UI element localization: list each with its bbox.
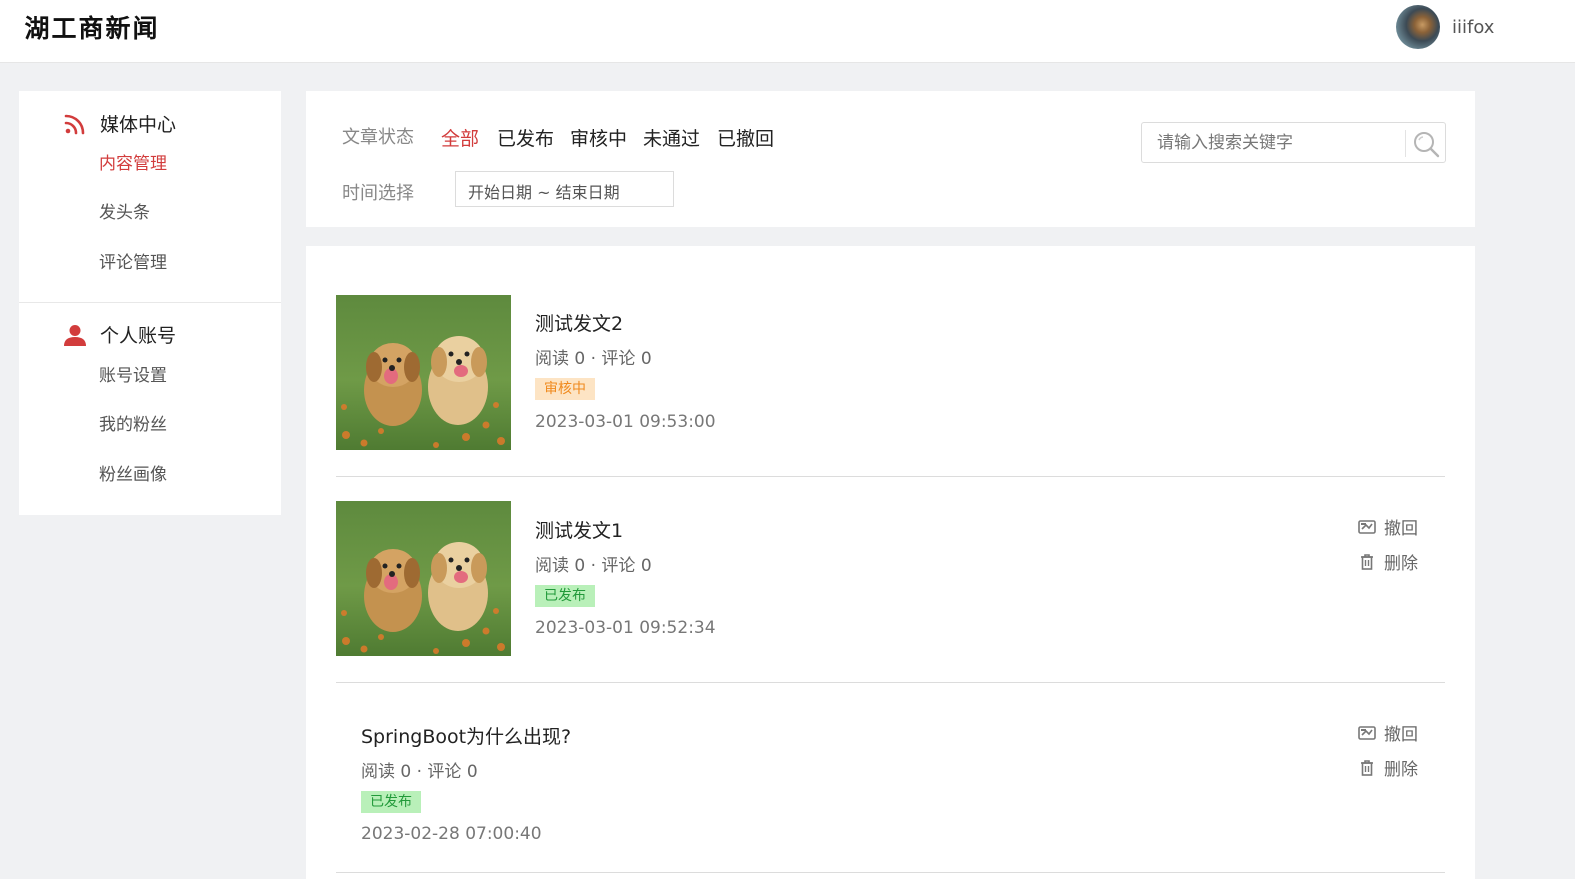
status-filter-label: 文章状态 xyxy=(342,127,414,148)
delete-button[interactable]: 删除 xyxy=(1358,755,1418,780)
avatar[interactable] xyxy=(1396,5,1440,49)
tab-withdrawn[interactable]: 已撤回 xyxy=(717,124,774,151)
status-badge: 已发布 xyxy=(535,585,595,607)
user-menu[interactable]: iiifox xyxy=(1396,5,1494,49)
search-box xyxy=(1141,122,1446,163)
article-thumbnail[interactable] xyxy=(336,295,511,450)
search-separator xyxy=(1405,130,1406,157)
status-badge: 审核中 xyxy=(535,378,595,400)
search-input[interactable] xyxy=(1143,124,1403,161)
status-badge: 已发布 xyxy=(361,791,421,813)
filter-panel: 文章状态 全部 已发布 审核中 未通过 已撤回 时间选择 开始日期 ~ 结束日期 xyxy=(306,91,1475,227)
article-title[interactable]: 测试发文1 xyxy=(535,516,623,543)
withdraw-label: 撤回 xyxy=(1384,725,1418,745)
article-meta: 阅读 0 · 评论 0 xyxy=(535,349,652,369)
trash-icon xyxy=(1361,553,1373,570)
tab-published[interactable]: 已发布 xyxy=(497,124,554,151)
sidebar: 媒体中心 内容管理 发头条 评论管理 个人账号 账号设置 我的粉丝 粉丝画像 xyxy=(19,91,281,515)
article-item: 测试发文1 阅读 0 · 评论 0 已发布 2023-03-01 09:52:3… xyxy=(336,501,1445,683)
sidebar-divider xyxy=(19,302,281,303)
sidebar-item-content-management[interactable]: 内容管理 xyxy=(99,149,167,174)
tab-all[interactable]: 全部 xyxy=(441,124,479,151)
article-meta: 阅读 0 · 评论 0 xyxy=(535,556,652,576)
sidebar-item-account-settings[interactable]: 账号设置 xyxy=(99,361,167,386)
username[interactable]: iiifox xyxy=(1452,17,1494,38)
site-logo[interactable]: 湖工商新闻 xyxy=(24,8,160,46)
time-filter-label: 时间选择 xyxy=(342,183,414,204)
tab-reviewing[interactable]: 审核中 xyxy=(570,124,627,151)
sidebar-item-comments[interactable]: 评论管理 xyxy=(99,248,167,273)
article-title[interactable]: 测试发文2 xyxy=(535,309,623,336)
article-item: 测试发文2 阅读 0 · 评论 0 审核中 2023-03-01 09:53:0… xyxy=(336,295,1445,477)
top-bar: 湖工商新闻 iiifox xyxy=(0,0,1575,63)
delete-label: 删除 xyxy=(1384,760,1418,780)
article-date: 2023-03-01 09:52:34 xyxy=(535,618,716,638)
article-list: 测试发文2 阅读 0 · 评论 0 审核中 2023-03-01 09:53:0… xyxy=(306,246,1475,879)
withdraw-label: 撤回 xyxy=(1384,519,1418,539)
search-icon[interactable] xyxy=(1410,129,1442,159)
article-thumbnail[interactable] xyxy=(336,501,511,656)
delete-button[interactable]: 删除 xyxy=(1358,549,1418,574)
sidebar-group-title: 个人账号 xyxy=(100,325,177,347)
article-date: 2023-02-28 07:00:40 xyxy=(361,824,542,844)
withdraw-icon xyxy=(1358,519,1376,534)
sidebar-item-fan-profile[interactable]: 粉丝画像 xyxy=(99,460,167,485)
date-range-picker[interactable]: 开始日期 ~ 结束日期 xyxy=(455,171,674,207)
article-meta: 阅读 0 · 评论 0 xyxy=(361,762,478,782)
withdraw-icon xyxy=(1358,725,1376,740)
tab-rejected[interactable]: 未通过 xyxy=(643,124,700,151)
delete-label: 删除 xyxy=(1384,554,1418,574)
user-icon xyxy=(64,324,86,346)
withdraw-button[interactable]: 撤回 xyxy=(1358,514,1418,539)
sidebar-group-title: 媒体中心 xyxy=(100,114,177,136)
article-date: 2023-03-01 09:53:00 xyxy=(535,412,716,432)
withdraw-button[interactable]: 撤回 xyxy=(1358,720,1418,745)
article-item: SpringBoot为什么出现? 阅读 0 · 评论 0 已发布 2023-02… xyxy=(336,707,1445,873)
sidebar-group-media[interactable]: 媒体中心 xyxy=(63,110,176,137)
sidebar-item-publish[interactable]: 发头条 xyxy=(99,198,150,223)
article-title[interactable]: SpringBoot为什么出现? xyxy=(361,722,571,749)
sidebar-item-my-fans[interactable]: 我的粉丝 xyxy=(99,410,167,435)
rss-icon xyxy=(64,114,85,134)
sidebar-group-account[interactable]: 个人账号 xyxy=(63,321,176,348)
trash-icon xyxy=(1361,759,1373,776)
